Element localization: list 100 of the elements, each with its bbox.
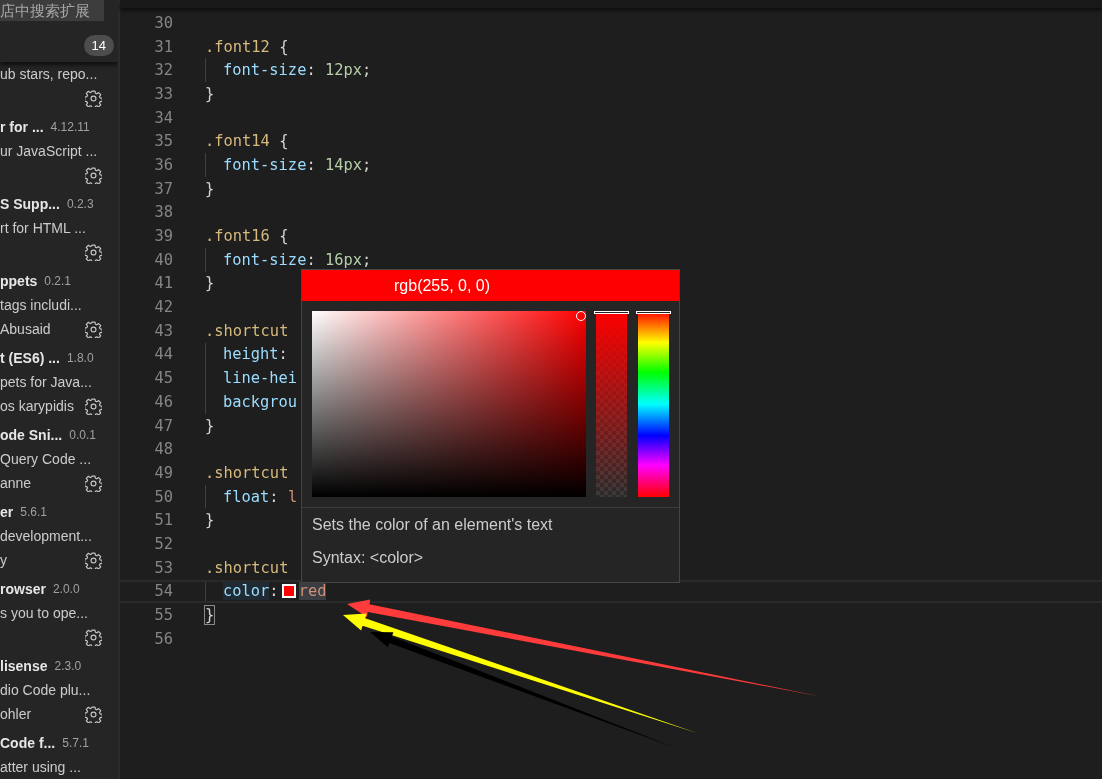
extension-description: dio Code plu... bbox=[0, 682, 91, 698]
line-number: 32 bbox=[153, 61, 173, 80]
line-number: 33 bbox=[153, 84, 173, 103]
line-number: 42 bbox=[153, 298, 173, 317]
extension-author: os karypidis bbox=[0, 398, 74, 414]
line-number: 35 bbox=[153, 132, 173, 151]
line-number: 51 bbox=[153, 511, 173, 530]
gear-icon[interactable] bbox=[85, 628, 102, 646]
code-value: l bbox=[287, 487, 298, 506]
gear-icon[interactable] bbox=[85, 243, 102, 261]
line-number: 45 bbox=[153, 369, 173, 388]
extension-version: 0.2.3 bbox=[66, 197, 94, 211]
color-swatch[interactable] bbox=[281, 584, 296, 599]
code-selector: .font16 bbox=[205, 227, 270, 246]
extension-name[interactable]: S Supp... bbox=[0, 196, 60, 212]
code-selector: .font12 bbox=[205, 37, 270, 56]
extension-name[interactable]: rowser bbox=[0, 581, 46, 597]
extension-description: s you to ope... bbox=[0, 605, 88, 621]
extension-name[interactable]: ppets bbox=[0, 273, 38, 289]
opacity-handle[interactable] bbox=[594, 311, 630, 314]
extension-description: rt for HTML ... bbox=[0, 220, 86, 236]
extension-description: pets for Java... bbox=[0, 374, 92, 390]
extension-description: tags includi... bbox=[0, 297, 82, 313]
code-semicolon: ; bbox=[362, 61, 372, 80]
line-number: 49 bbox=[153, 463, 173, 482]
line-number: 50 bbox=[153, 487, 173, 506]
code-property: line-hei bbox=[223, 369, 298, 388]
code-selector: .shortcut bbox=[205, 463, 289, 482]
code-semicolon: ; bbox=[362, 250, 372, 269]
code-brace: { bbox=[279, 132, 289, 151]
search-field[interactable]: 店中搜索扩展 bbox=[0, 0, 104, 21]
extension-author: ohler bbox=[0, 706, 32, 722]
code-colon: : bbox=[269, 582, 279, 601]
code-property: float bbox=[223, 487, 270, 506]
extension-author: y bbox=[0, 552, 7, 568]
extension-description: ur JavaScript ... bbox=[0, 143, 98, 159]
extension-version: 2.3.0 bbox=[54, 659, 82, 673]
code-brace: { bbox=[279, 37, 289, 56]
line-number: 48 bbox=[153, 440, 173, 459]
code-colon: : bbox=[306, 250, 316, 269]
code-selector: .shortcut bbox=[205, 321, 289, 340]
gear-icon[interactable] bbox=[85, 474, 102, 492]
extension-name[interactable]: t (ES6) ... bbox=[0, 350, 60, 366]
code-colon: : bbox=[306, 61, 316, 80]
extension-version: 0.0.1 bbox=[69, 428, 96, 442]
code-brace: } bbox=[205, 84, 215, 103]
saturation-panel[interactable] bbox=[312, 311, 587, 497]
opacity-slider[interactable] bbox=[596, 311, 628, 497]
code-colon: : bbox=[269, 487, 279, 506]
code-number: 14px bbox=[324, 155, 363, 174]
extension-version: 2.0.0 bbox=[52, 582, 80, 596]
property-description: Sets the color of an element's text bbox=[312, 515, 554, 535]
hue-slider[interactable] bbox=[638, 311, 669, 497]
extension-name[interactable]: lisense bbox=[0, 658, 48, 674]
gear-icon[interactable] bbox=[85, 320, 102, 338]
extension-author: anne bbox=[0, 475, 32, 491]
line-number: 52 bbox=[153, 534, 173, 553]
code-selector: .shortcut bbox=[205, 558, 289, 577]
line-number: 41 bbox=[153, 274, 173, 293]
code-colon: : bbox=[278, 345, 288, 364]
line-number: 31 bbox=[153, 37, 173, 56]
gear-icon[interactable] bbox=[85, 166, 102, 184]
color-value-header[interactable]: rgb(255, 0, 0) bbox=[302, 270, 679, 301]
line-number: 54 bbox=[153, 582, 173, 601]
code-value: red bbox=[298, 582, 327, 601]
code-property: backgrou bbox=[223, 392, 298, 411]
extension-name[interactable]: ode Sni... bbox=[0, 427, 63, 443]
gear-icon[interactable] bbox=[85, 89, 102, 107]
code-property: font-size bbox=[223, 155, 307, 174]
gear-icon[interactable] bbox=[85, 397, 102, 415]
line-number: 39 bbox=[153, 227, 173, 246]
code-property: color bbox=[223, 582, 270, 601]
line-number: 40 bbox=[153, 250, 173, 269]
code-brace: } bbox=[205, 179, 215, 198]
line-number: 47 bbox=[153, 416, 173, 435]
line-number: 38 bbox=[153, 203, 173, 222]
code-property: font-size bbox=[223, 250, 307, 269]
hue-handle[interactable] bbox=[636, 311, 671, 314]
extension-version: 1.8.0 bbox=[66, 351, 94, 365]
line-number: 55 bbox=[153, 606, 173, 625]
extension-name[interactable]: er bbox=[0, 504, 14, 520]
line-number: 43 bbox=[153, 321, 173, 340]
line-number: 36 bbox=[153, 155, 173, 174]
line-number: 44 bbox=[153, 345, 173, 364]
extension-name[interactable]: Code f... bbox=[0, 735, 56, 751]
property-syntax: Syntax: <color> bbox=[312, 548, 425, 568]
gear-icon[interactable] bbox=[85, 551, 102, 569]
line-number: 56 bbox=[153, 629, 173, 648]
line-number: 34 bbox=[153, 108, 173, 127]
code-brace: } bbox=[205, 511, 215, 530]
code-brace: } bbox=[205, 274, 215, 293]
gear-icon[interactable] bbox=[85, 705, 102, 723]
code-semicolon: ; bbox=[362, 155, 372, 174]
extension-description: atter using ... bbox=[0, 759, 81, 775]
code-number: 12px bbox=[324, 61, 363, 80]
code-colon: : bbox=[306, 155, 316, 174]
extension-version: 0.2.1 bbox=[44, 274, 72, 288]
extension-name[interactable]: r for ... bbox=[0, 119, 44, 135]
extension-version: 5.7.1 bbox=[62, 736, 89, 750]
code-brace: } bbox=[205, 416, 215, 435]
